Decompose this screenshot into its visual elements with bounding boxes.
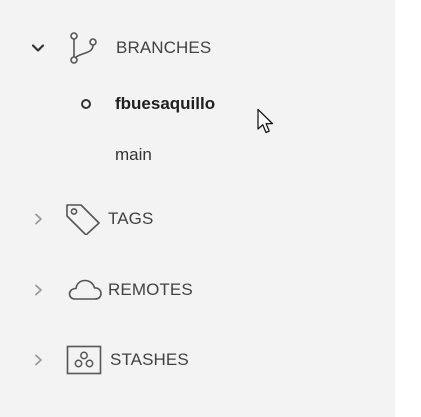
branch-label: fbuesaquillo — [115, 94, 216, 113]
chevron-down-icon[interactable] — [31, 41, 45, 55]
git-sidebar-panel: BRANCHES fbuesaquillo main TAGS REMOTES … — [0, 0, 395, 417]
tag-icon — [64, 203, 102, 235]
section-header-stashes[interactable]: STASHES — [0, 344, 395, 376]
branch-label: main — [115, 145, 152, 164]
section-label-stashes: STASHES — [110, 350, 189, 369]
chevron-right-icon[interactable] — [31, 212, 45, 226]
git-branch-icon — [66, 32, 102, 64]
section-header-tags[interactable]: TAGS — [0, 203, 395, 235]
section-header-branches[interactable]: BRANCHES — [0, 32, 395, 64]
mouse-pointer-icon — [256, 108, 278, 141]
cloud-icon — [68, 279, 102, 301]
section-label-remotes: REMOTES — [108, 280, 193, 299]
branch-item-current[interactable]: fbuesaquillo — [0, 91, 395, 117]
section-label-branches: BRANCHES — [116, 38, 212, 57]
current-branch-indicator-icon — [81, 99, 91, 109]
chevron-right-icon[interactable] — [31, 353, 45, 367]
section-header-remotes[interactable]: REMOTES — [0, 274, 395, 306]
section-label-tags: TAGS — [108, 209, 154, 228]
branch-item-main[interactable]: main — [0, 142, 395, 168]
stash-icon — [66, 345, 102, 375]
chevron-right-icon[interactable] — [31, 283, 45, 297]
